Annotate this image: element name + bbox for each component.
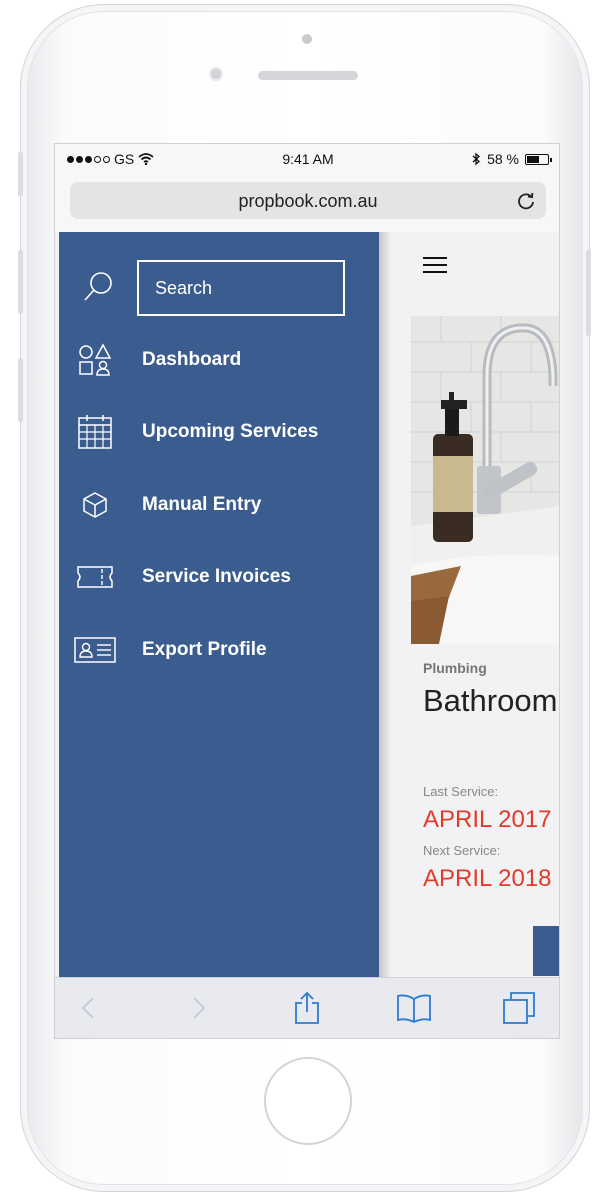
menu-item-dashboard[interactable]: Dashboard xyxy=(73,335,373,385)
menu-label-export-profile: Export Profile xyxy=(142,639,267,660)
bluetooth-icon xyxy=(472,152,481,166)
service-title: Bathroom xyxy=(423,683,558,718)
page-content: Plumbing Bathroom Last Service: APRIL 20… xyxy=(55,232,559,977)
action-button[interactable] xyxy=(533,926,559,976)
menu-label-upcoming-services: Upcoming Services xyxy=(142,421,319,442)
side-drawer: Dashboard Upcoming S xyxy=(59,232,379,977)
search-icon[interactable] xyxy=(81,270,115,304)
book-icon xyxy=(397,994,431,1023)
screen: GS 9:41 AM 58 % propbook.com.au Plumbing… xyxy=(54,143,560,1039)
chevron-left-icon xyxy=(81,997,94,1019)
status-right: 58 % xyxy=(472,151,552,167)
menu-item-manual-entry[interactable]: Manual Entry xyxy=(73,480,373,530)
search-field[interactable] xyxy=(137,260,345,316)
share-icon xyxy=(295,991,319,1024)
battery-icon xyxy=(525,153,552,165)
status-bar: GS 9:41 AM 58 % xyxy=(55,144,559,176)
battery-percent: 58 % xyxy=(487,151,519,167)
proximity-sensor xyxy=(302,34,312,44)
front-camera xyxy=(209,67,223,81)
menu-item-upcoming-services[interactable]: Upcoming Services xyxy=(73,407,373,457)
home-button[interactable] xyxy=(264,1057,352,1145)
hamburger-menu-icon[interactable] xyxy=(423,257,447,277)
power-button xyxy=(586,250,591,336)
box-icon xyxy=(73,483,117,527)
next-service-date: APRIL 2018 xyxy=(423,865,552,892)
service-category: Plumbing xyxy=(423,660,487,676)
bookmarks-button[interactable] xyxy=(396,990,432,1026)
address-bar[interactable]: propbook.com.au xyxy=(70,182,546,219)
bathroom-photo xyxy=(411,316,559,644)
menu-item-export-profile[interactable]: Export Profile xyxy=(73,625,373,675)
menu-item-service-invoices[interactable]: Service Invoices xyxy=(73,552,373,602)
last-service-date: APRIL 2017 xyxy=(423,806,552,833)
search-input[interactable] xyxy=(139,262,343,314)
ticket-icon xyxy=(73,555,117,599)
share-button[interactable] xyxy=(289,990,325,1026)
id-card-icon xyxy=(73,628,117,672)
silent-switch xyxy=(18,152,23,196)
next-service-label: Next Service: xyxy=(423,843,501,858)
forward-button[interactable] xyxy=(181,990,217,1026)
back-button[interactable] xyxy=(70,990,106,1026)
tabs-icon xyxy=(503,992,535,1024)
main-page: Plumbing Bathroom Last Service: APRIL 20… xyxy=(391,232,559,977)
url-text: propbook.com.au xyxy=(238,191,378,211)
shapes-icon xyxy=(73,338,117,382)
chevron-right-icon xyxy=(193,997,206,1019)
menu-label-manual-entry: Manual Entry xyxy=(142,494,262,515)
browser-toolbar xyxy=(55,977,559,1038)
menu-label-service-invoices: Service Invoices xyxy=(142,566,291,587)
tabs-button[interactable] xyxy=(501,990,537,1026)
menu-label-dashboard: Dashboard xyxy=(142,349,242,370)
last-service-label: Last Service: xyxy=(423,784,499,799)
volume-down-button xyxy=(18,358,23,422)
calendar-icon xyxy=(73,410,117,454)
volume-up-button xyxy=(18,250,23,314)
drawer-shadow xyxy=(379,232,391,977)
reload-icon[interactable] xyxy=(516,191,536,211)
bathroom-photo-image xyxy=(411,316,559,644)
earpiece-speaker xyxy=(258,71,358,80)
